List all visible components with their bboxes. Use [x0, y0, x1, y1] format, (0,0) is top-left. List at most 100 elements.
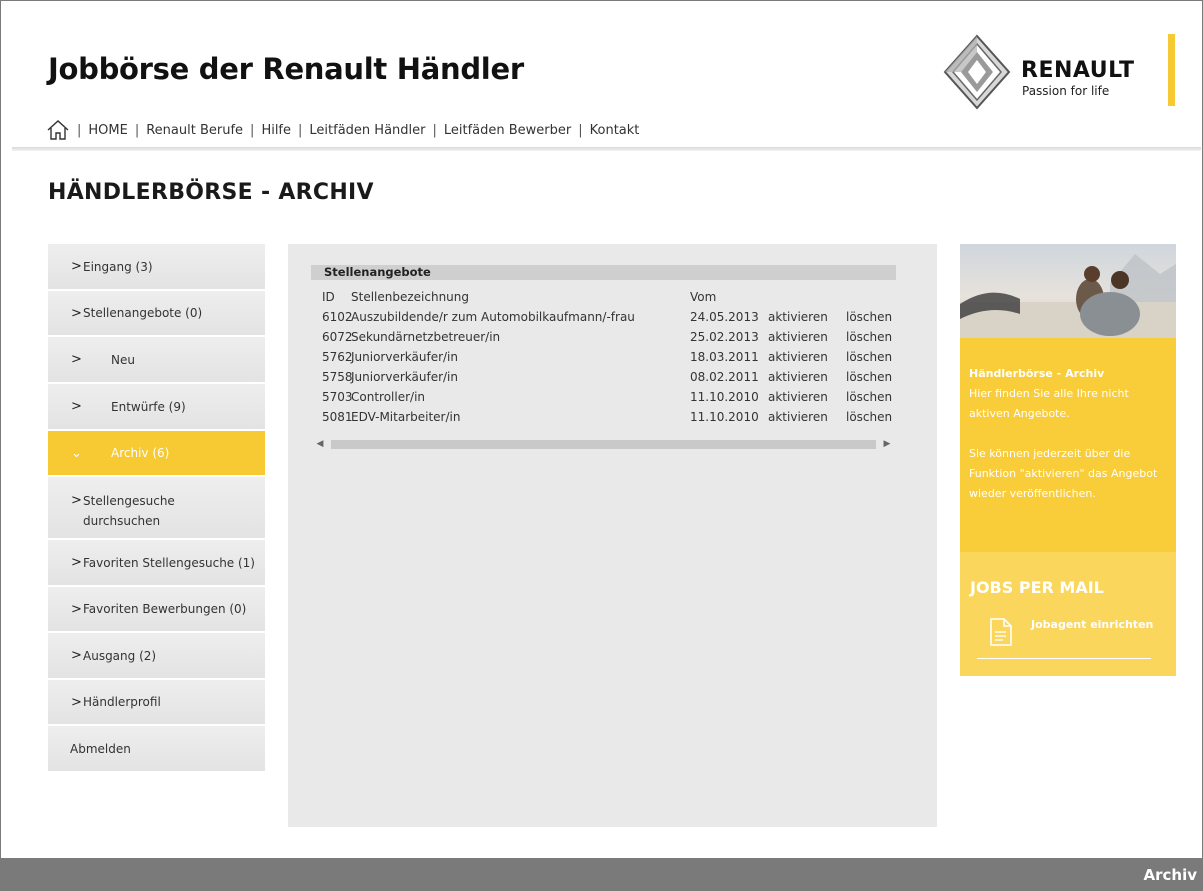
home-icon[interactable] — [46, 118, 70, 142]
nav-separator: | — [578, 122, 583, 138]
info-box: Händlerbörse - Archiv Hier finden Sie al… — [960, 338, 1176, 552]
delete-link[interactable]: löschen — [846, 330, 892, 344]
sidebar-item-archiv[interactable]: ⌄ Archiv (6) — [48, 431, 265, 477]
sidebar-item-entwuerfe[interactable]: > Entwürfe (9) — [48, 384, 265, 431]
chevron-right-icon: > — [71, 555, 82, 570]
brand-name: RENAULT — [1021, 58, 1135, 83]
delete-link[interactable]: löschen — [846, 370, 892, 384]
nav-kontakt[interactable]: Kontakt — [590, 123, 640, 138]
row-title: Juniorverkäufer/in — [351, 370, 458, 384]
sidebar-item-label: Ausgang (2) — [83, 648, 157, 663]
activate-link[interactable]: aktivieren — [768, 410, 828, 424]
nav-separator: | — [134, 122, 140, 138]
top-navigation: | HOME | Renault Berufe | Hilfe | Leitfä… — [46, 118, 639, 142]
sidebar-item-eingang[interactable]: > Eingang (3) — [48, 244, 265, 291]
table-row: 5703 Controller/in 11.10.2010 aktivieren… — [311, 388, 911, 408]
photo-illustration — [960, 254, 1176, 338]
row-id: 6102 — [322, 310, 353, 324]
activate-link[interactable]: aktivieren — [768, 350, 828, 364]
activate-link[interactable]: aktivieren — [768, 310, 828, 324]
sidebar-item-label: Eingang (3) — [83, 259, 153, 274]
row-title: Auszubildende/r zum Automobilkaufmann/-f… — [351, 310, 635, 324]
table-row: 6072 Sekundärnetzbetreuer/in 25.02.2013 … — [311, 328, 911, 348]
activate-link[interactable]: aktivieren — [768, 390, 828, 404]
info-sidebar: Händlerbörse - Archiv Hier finden Sie al… — [960, 244, 1176, 676]
sidebar-item-label: Stellengesuche durchsuchen — [83, 491, 175, 531]
row-date: 11.10.2010 — [690, 390, 759, 404]
chevron-right-icon: > — [71, 259, 82, 274]
info-text: Hier finden Sie alle Ihre nicht aktiven … — [969, 387, 1129, 420]
mail-title: JOBS PER MAIL — [970, 578, 1104, 597]
chevron-right-icon: > — [71, 694, 82, 710]
table-row: 6102 Auszubildende/r zum Automobilkaufma… — [311, 308, 911, 328]
activate-link[interactable]: aktivieren — [768, 330, 828, 344]
brand-accent-bar — [1168, 34, 1175, 106]
delete-link[interactable]: löschen — [846, 410, 892, 424]
page-title: HÄNDLERBÖRSE - ARCHIV — [48, 180, 374, 205]
table-row: 5758 Juniorverkäufer/in 08.02.2011 aktiv… — [311, 368, 911, 388]
beach-family-photo — [960, 244, 1176, 338]
sidebar-item-abmelden[interactable]: Abmelden — [48, 726, 265, 773]
nav-separator: | — [250, 122, 255, 138]
nav-home[interactable]: HOME — [88, 123, 127, 138]
row-date: 24.05.2013 — [690, 310, 759, 324]
chevron-down-icon: ⌄ — [71, 445, 82, 461]
delete-link[interactable]: löschen — [846, 350, 892, 364]
delete-link[interactable]: löschen — [846, 390, 892, 404]
nav-leitfaeden-bewerber[interactable]: Leitfäden Bewerber — [444, 123, 571, 138]
row-title: EDV-Mitarbeiter/in — [351, 410, 461, 424]
sidebar-menu: > Eingang (3) > Stellenangebote (0) > Ne… — [48, 244, 265, 773]
sidebar-item-ausgang[interactable]: > Ausgang (2) — [48, 633, 265, 680]
jobs-per-mail-box: JOBS PER MAIL Jobagent einrichten — [960, 552, 1176, 676]
nav-separator: | — [298, 122, 303, 138]
activate-link[interactable]: aktivieren — [768, 370, 828, 384]
info-title: Händlerbörse - Archiv — [969, 367, 1105, 380]
scroll-left-icon[interactable]: ◀ — [311, 438, 329, 451]
footer-bar: Archiv — [0, 858, 1203, 891]
row-title: Juniorverkäufer/in — [351, 350, 458, 364]
footer-label: Archiv — [1143, 866, 1198, 884]
sidebar-item-label: Entwürfe (9) — [111, 399, 186, 414]
sidebar-item-label: Neu — [111, 352, 135, 367]
row-id: 5758 — [322, 370, 353, 384]
table-title: Stellenangebote — [311, 265, 896, 280]
row-title: Controller/in — [351, 390, 426, 404]
renault-logo[interactable]: RENAULT Passion for life — [943, 34, 1175, 110]
horizontal-scrollbar[interactable]: ◀ ▶ — [311, 438, 896, 451]
sidebar-item-stellenangebote[interactable]: > Stellenangebote (0) — [48, 291, 265, 337]
chevron-right-icon: > — [71, 601, 82, 617]
document-icon — [990, 618, 1012, 646]
sidebar-item-haendlerprofil[interactable]: > Händlerprofil — [48, 680, 265, 726]
sidebar-item-neu[interactable]: > Neu — [48, 337, 265, 384]
nav-separator: | — [77, 122, 82, 138]
delete-link[interactable]: löschen — [846, 310, 892, 324]
nav-leitfaeden-haendler[interactable]: Leitfäden Händler — [309, 123, 425, 138]
sidebar-item-stellengesuche-durchsuchen[interactable]: > Stellengesuche durchsuchen — [48, 477, 265, 540]
mail-divider — [977, 658, 1151, 659]
jobagent-link[interactable]: Jobagent einrichten — [1031, 618, 1153, 631]
nav-hilfe[interactable]: Hilfe — [261, 123, 291, 138]
column-header-date: Vom — [690, 290, 717, 304]
row-date: 08.02.2011 — [690, 370, 759, 384]
sidebar-item-label: Favoriten Bewerbungen (0) — [83, 602, 247, 616]
column-header-title: Stellenbezeichnung — [351, 290, 470, 304]
chevron-right-icon: > — [71, 352, 82, 367]
nav-separator: | — [432, 122, 437, 138]
column-header-id: ID — [322, 290, 335, 304]
scrollbar-thumb[interactable] — [331, 440, 876, 449]
site-title: Jobbörse der Renault Händler — [48, 52, 524, 86]
sidebar-item-label: Händlerprofil — [83, 695, 161, 709]
sidebar-item-favoriten-bewerbungen[interactable]: > Favoriten Bewerbungen (0) — [48, 587, 265, 633]
row-title: Sekundärnetzbetreuer/in — [351, 330, 501, 344]
sidebar-item-label: Favoriten Stellengesuche (1) — [83, 555, 255, 570]
sidebar-item-label: Archiv (6) — [111, 446, 170, 460]
chevron-right-icon: > — [71, 493, 82, 508]
renault-diamond-icon — [943, 34, 1011, 110]
row-date: 11.10.2010 — [690, 410, 759, 424]
chevron-right-icon: > — [71, 399, 82, 414]
sidebar-item-favoriten-stellengesuche[interactable]: > Favoriten Stellengesuche (1) — [48, 540, 265, 587]
nav-renault-berufe[interactable]: Renault Berufe — [146, 123, 243, 138]
scroll-right-icon[interactable]: ▶ — [878, 438, 896, 451]
sidebar-item-label: Abmelden — [70, 741, 131, 756]
